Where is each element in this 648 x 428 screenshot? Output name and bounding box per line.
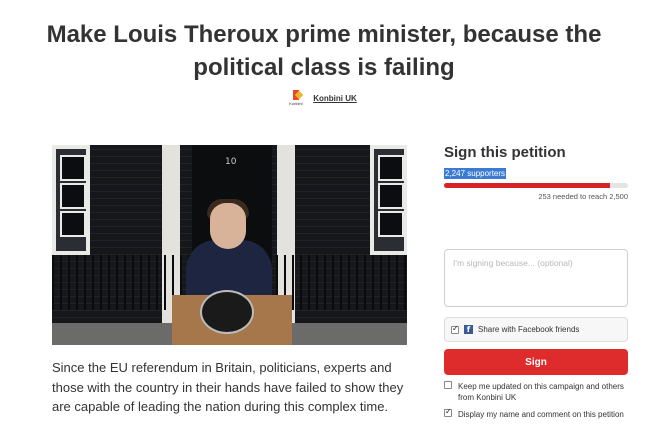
display-name-checkbox[interactable] (444, 407, 452, 417)
door-number: 10 (225, 157, 237, 167)
facebook-share-checkbox[interactable] (451, 324, 459, 334)
display-name-option[interactable]: Display my name and comment on this peti… (444, 407, 628, 420)
supporters-count: 2,247 supporters (444, 168, 507, 179)
needed-text: 253 needed to reach 2,500 (538, 192, 628, 201)
keep-updated-option[interactable]: Keep me updated on this campaign and oth… (444, 381, 628, 403)
petition-title: Make Louis Theroux prime minister, becau… (46, 21, 602, 81)
display-name-label: Display my name and comment on this peti… (458, 410, 624, 419)
author-line: Konbini Konbini UK (0, 90, 648, 106)
logo-text: Konbini (289, 101, 303, 106)
petition-photo: 10 (52, 145, 407, 345)
progress-bar (444, 183, 628, 188)
sign-button[interactable]: Sign (444, 349, 628, 375)
progress-fill (444, 183, 610, 188)
comment-input[interactable] (444, 249, 628, 307)
author-link[interactable]: Konbini UK (313, 94, 357, 103)
keep-updated-label: Keep me updated on this campaign and oth… (458, 382, 624, 402)
facebook-share-label: Share with Facebook friends (478, 325, 580, 334)
keep-updated-checkbox[interactable] (444, 381, 452, 389)
facebook-icon: f (464, 325, 473, 334)
sign-panel-title: Sign this petition (444, 144, 566, 161)
petition-description: Since the EU referendum in Britain, poli… (52, 360, 404, 414)
facebook-share-option[interactable]: f Share with Facebook friends (444, 317, 628, 342)
konbini-logo-icon: Konbini (289, 90, 305, 106)
